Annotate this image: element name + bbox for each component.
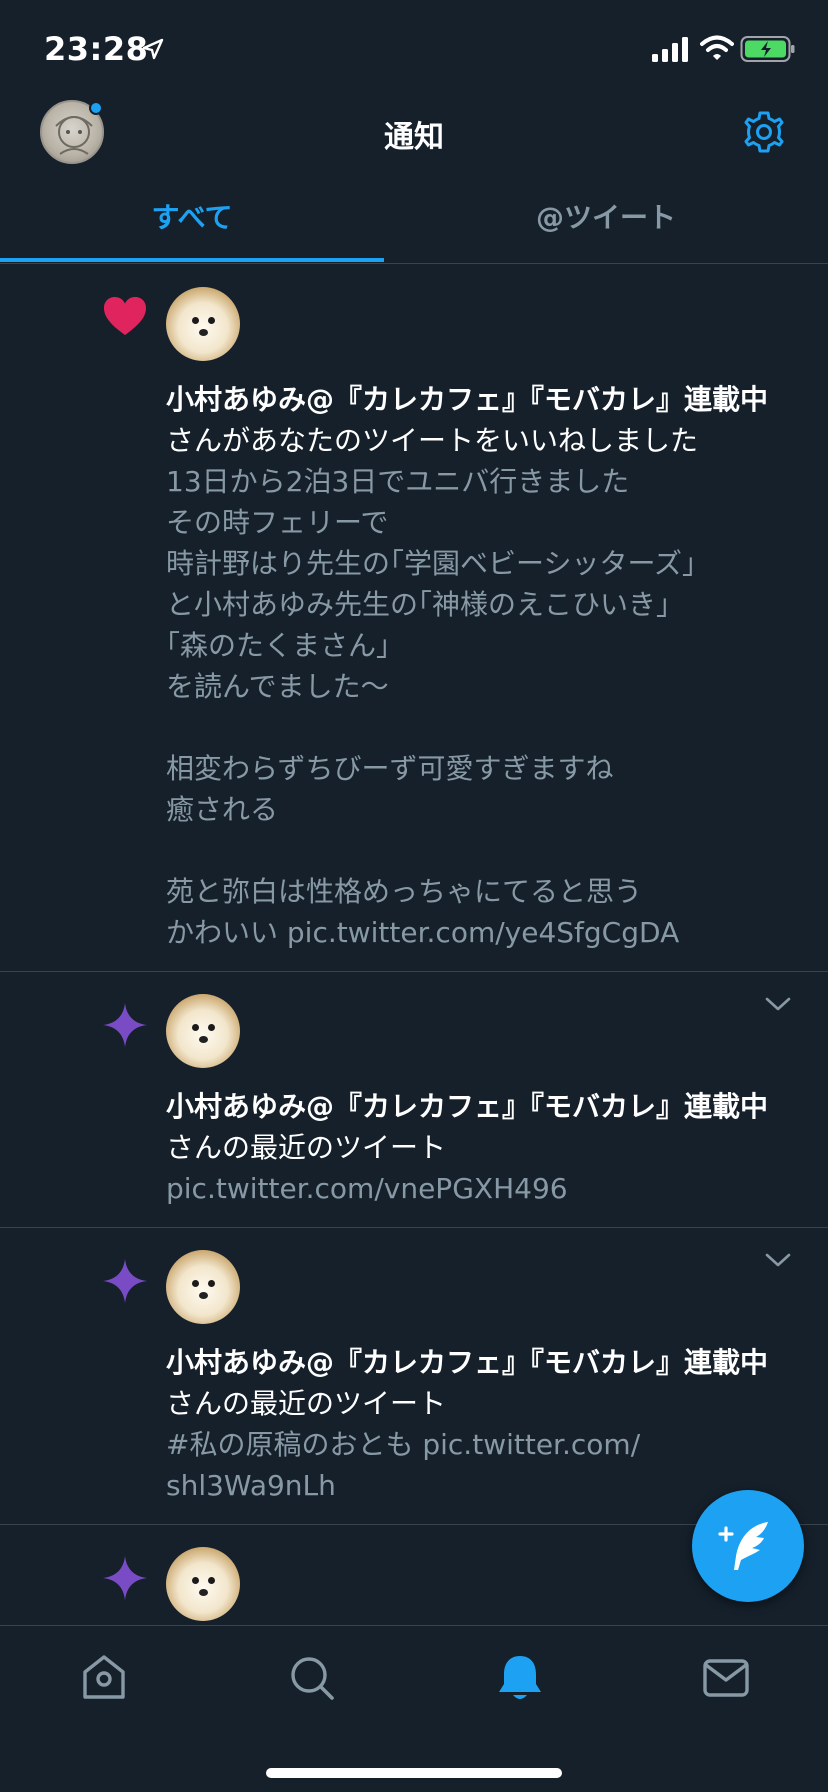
notification-headline: 小村あゆみ@『カレカフェ』『モバカレ』連載中さんの最近のツイート <box>166 1342 788 1424</box>
active-tab-indicator <box>0 258 384 262</box>
gear-icon[interactable] <box>742 110 786 154</box>
location-arrow-icon <box>142 38 164 60</box>
wifi-icon <box>700 35 734 60</box>
tab-bar: すべて @ツイート <box>0 190 828 264</box>
chevron-down-icon[interactable] <box>764 1250 792 1270</box>
user-name[interactable]: 小村あゆみ@『カレカフェ』『モバカレ』連載中 <box>166 1090 768 1123</box>
status-time: 23:28 <box>44 30 149 68</box>
notification-item[interactable]: 小村あゆみ@『カレカフェ』『モバカレ』連載中さんの最近のツイート #私の原稿のお… <box>0 1228 828 1525</box>
sparkle-icon <box>103 1003 147 1047</box>
search-icon[interactable] <box>286 1652 338 1704</box>
notification-item[interactable]: 小村あゆみ@『カレカフェ』『モバカレ』連載中さんの最近のツイート pic.twi… <box>0 972 828 1228</box>
notification-item[interactable]: 小村あゆみ@『カレカフェ』『モバカレ』連載中さんがあなたのツイートをいいねしまし… <box>0 265 828 972</box>
user-avatar[interactable] <box>166 287 240 361</box>
mail-icon[interactable] <box>700 1652 752 1704</box>
tab-mentions[interactable]: @ツイート <box>414 190 798 264</box>
tweet-text[interactable]: #私の原稿のおとも pic.twitter.com/ shl3Wa9nLh <box>166 1424 788 1506</box>
notification-action: さんの最近のツイート <box>166 1131 447 1164</box>
sparkle-icon <box>103 1556 147 1600</box>
chevron-down-icon[interactable] <box>764 994 792 1014</box>
user-avatar[interactable] <box>166 1250 240 1324</box>
page-title: 通知 <box>384 120 444 155</box>
user-name[interactable]: 小村あゆみ@『カレカフェ』『モバカレ』連載中 <box>166 1346 768 1379</box>
notification-action: さんがあなたのツイートをいいねしました <box>166 424 699 457</box>
sparkle-icon <box>103 1259 147 1303</box>
status-bar: 23:28 <box>0 0 828 92</box>
bell-icon[interactable] <box>494 1652 546 1704</box>
tab-all[interactable]: すべて <box>0 190 384 264</box>
notification-headline: 小村あゆみ@『カレカフェ』『モバカレ』連載中さんがあなたのツイートをいいねしまし… <box>166 379 788 461</box>
header: 通知 <box>0 92 828 190</box>
user-avatar[interactable] <box>166 1547 240 1621</box>
home-icon[interactable] <box>78 1652 130 1704</box>
user-name[interactable]: 小村あゆみ@『カレカフェ』『モバカレ』連載中 <box>166 383 768 416</box>
cellular-signal-icon <box>652 37 688 62</box>
heart-icon <box>104 297 146 335</box>
bottom-tab-bar <box>0 1625 828 1792</box>
compose-tweet-icon <box>718 1522 768 1570</box>
tweet-text[interactable]: pic.twitter.com/vnePGXH496 <box>166 1168 788 1209</box>
tweet-text[interactable]: 13日から2泊3日でユニバ行きました その時フェリーで 時計野はり先生の｢学園ベ… <box>166 461 788 953</box>
notification-list[interactable]: 小村あゆみ@『カレカフェ』『モバカレ』連載中さんがあなたのツイートをいいねしまし… <box>0 265 828 1625</box>
compose-tweet-button[interactable] <box>692 1490 804 1602</box>
notification-action: さんの最近のツイート <box>166 1387 447 1420</box>
notification-headline: 小村あゆみ@『カレカフェ』『モバカレ』連載中さんの最近のツイート <box>166 1086 788 1168</box>
battery-charging-icon <box>740 36 795 62</box>
home-indicator <box>266 1768 562 1778</box>
user-avatar[interactable] <box>166 994 240 1068</box>
